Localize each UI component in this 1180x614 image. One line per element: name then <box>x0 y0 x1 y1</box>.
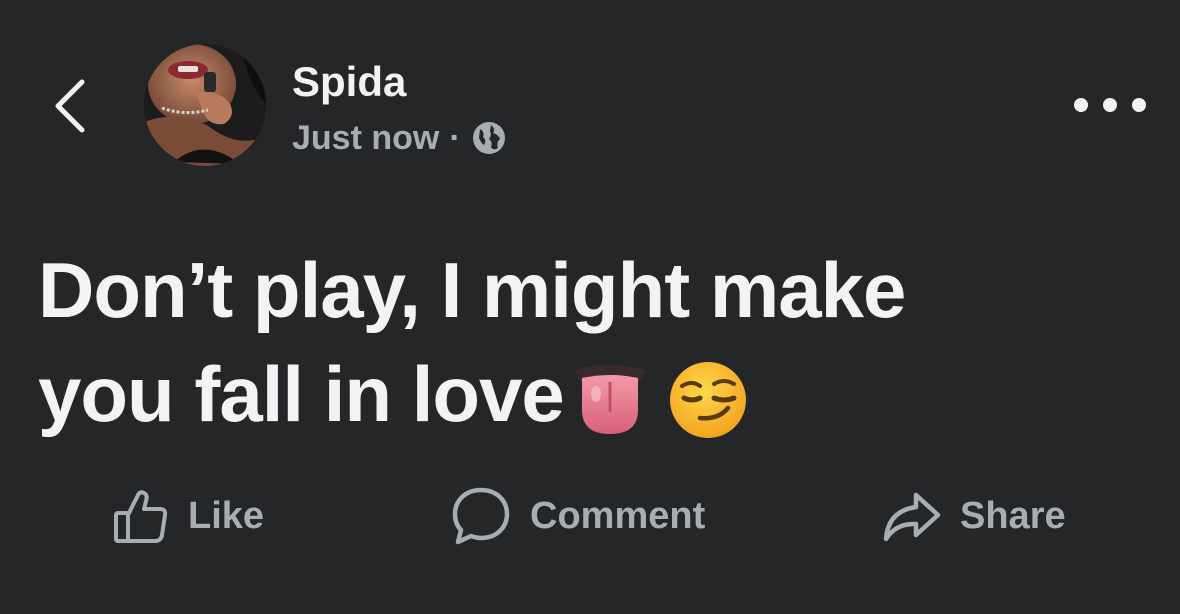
post-card: Spida Just now · Don’t play, I might mak… <box>0 0 1180 614</box>
globe-icon[interactable] <box>471 120 507 156</box>
meta-separator: · <box>449 118 461 157</box>
avatar-image <box>144 44 266 166</box>
like-label: Like <box>188 494 265 537</box>
action-bar: Like Comment Share <box>0 478 1180 554</box>
comment-label: Comment <box>530 494 706 537</box>
more-dot <box>1132 98 1146 112</box>
like-button[interactable]: Like <box>112 478 264 554</box>
back-button[interactable] <box>48 70 92 142</box>
share-arrow-icon <box>883 492 941 542</box>
post-text: Don’t play, I might make you fall in lov… <box>38 246 906 438</box>
thumbs-up-icon <box>114 490 168 543</box>
more-options-button[interactable] <box>1074 88 1146 122</box>
timestamp: Just now <box>292 118 440 157</box>
comment-bubble-icon <box>452 487 510 545</box>
chevron-left-icon <box>55 79 85 133</box>
tongue-emoji <box>573 365 646 435</box>
share-label: Share <box>960 494 1066 537</box>
more-dot <box>1074 98 1088 112</box>
more-dot <box>1103 98 1117 112</box>
smirking-face-emoji <box>669 362 746 439</box>
avatar[interactable] <box>144 44 266 166</box>
share-button[interactable]: Share <box>880 478 1066 554</box>
post-content: Don’t play, I might make you fall in lov… <box>38 238 1048 446</box>
author-name[interactable]: Spida <box>292 58 406 106</box>
comment-button[interactable]: Comment <box>450 478 705 554</box>
post-meta: Just now · <box>292 116 507 160</box>
